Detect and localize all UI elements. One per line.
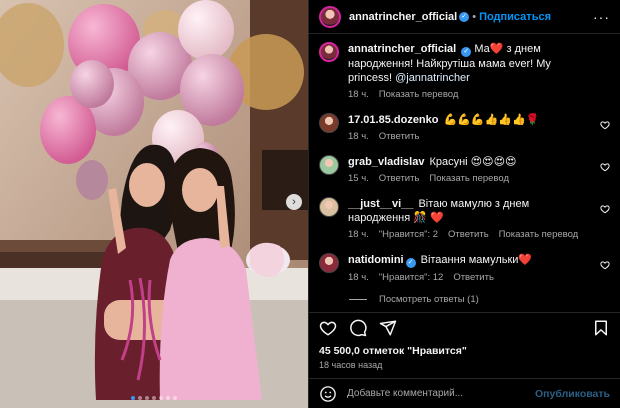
post-actions: [309, 312, 620, 342]
commenter-avatar[interactable]: [319, 253, 339, 273]
comment-meta: 18 ч. "Нравится": 12 Ответить: [348, 271, 592, 285]
reply-link[interactable]: Ответить: [448, 228, 489, 242]
follow-button[interactable]: Подписаться: [479, 11, 551, 23]
comment-body: natidomini ✓ Вітаання мамульки❤️ 18 ч. "Нрав…: [348, 253, 610, 285]
commenter-avatar[interactable]: [319, 155, 339, 175]
commenter-username[interactable]: __just__vi__: [348, 198, 413, 210]
comment-body: 17.01.85.dozenko 💪💪💪👍👍👍🌹 18 ч. Ответить: [348, 113, 610, 144]
red-heart-emoji: ❤️: [489, 43, 504, 55]
view-replies-label: Посмотреть ответы (1): [379, 294, 479, 305]
carousel-dot: [166, 396, 170, 400]
comment-icon[interactable]: [349, 319, 367, 337]
post-photo-image: [0, 0, 308, 408]
separator-dot: •: [472, 10, 477, 23]
commenter-avatar[interactable]: [319, 197, 339, 217]
comment-item: 17.01.85.dozenko 💪💪💪👍👍👍🌹 18 ч. Ответить: [319, 113, 610, 144]
comment-likes-count[interactable]: "Нравится": 12: [379, 271, 444, 285]
verified-badge-icon: ✓: [459, 11, 470, 22]
comment-items: 17.01.85.dozenko 💪💪💪👍👍👍🌹 18 ч. Ответить grab…: [319, 113, 610, 308]
comment-time: 15 ч.: [348, 173, 369, 184]
carousel-dot: [159, 396, 163, 400]
verified-badge-icon: ✓: [461, 47, 472, 57]
reply-link[interactable]: Ответить: [379, 172, 420, 186]
comment-meta: 18 ч. Ответить: [348, 130, 592, 144]
chevron-right-icon: ›: [292, 196, 296, 208]
comment-meta: 15 ч. Ответить Показать перевод: [348, 172, 592, 186]
comment-input[interactable]: [347, 388, 536, 399]
author-avatar[interactable]: [319, 42, 339, 62]
caption-body: annatrincher_official ✓ Ма❤️ з днем наро…: [348, 42, 610, 102]
share-icon[interactable]: [379, 319, 397, 337]
post-photo[interactable]: ›: [0, 0, 308, 408]
commenter-username[interactable]: grab_vladislav: [348, 156, 424, 168]
comment-time: 18 ч.: [348, 272, 369, 283]
commenter-username[interactable]: 17.01.85.dozenko: [348, 114, 439, 126]
comments-list: annatrincher_official ✓ Ма❤️ з днем наро…: [309, 34, 620, 308]
translate-link[interactable]: Показать перевод: [429, 172, 509, 186]
comment-like-heart-icon[interactable]: [600, 162, 610, 172]
comment-text: Красуні 😍😍😍😍: [429, 156, 517, 168]
comment-likes-count[interactable]: "Нравится": 2: [379, 228, 438, 242]
replies-line: [349, 299, 367, 300]
carousel-dots: [0, 396, 308, 400]
reply-link[interactable]: Ответить: [453, 271, 494, 285]
translate-link[interactable]: Показать перевод: [499, 228, 579, 242]
comment-item: __just__vi__ Вітаю мамулю з днем народжен…: [319, 197, 610, 242]
comment-body: __just__vi__ Вітаю мамулю з днем народжен…: [348, 197, 610, 242]
publish-button[interactable]: Опубликовать: [535, 388, 610, 400]
comment-composer: Опубликовать: [309, 378, 620, 408]
caption-mention-link[interactable]: @jannatrincher: [395, 72, 470, 84]
post-time[interactable]: 18 часов назад: [319, 360, 382, 370]
comment-time: 18 ч.: [348, 131, 369, 142]
comment-item: natidomini ✓ Вітаання мамульки❤️ 18 ч. "Нрав…: [319, 253, 610, 285]
comment-meta: 18 ч. "Нравится": 2 Ответить Показать перев…: [348, 228, 592, 242]
verified-badge-icon: ✓: [405, 258, 416, 268]
author-avatar[interactable]: [319, 5, 341, 28]
heart-icon[interactable]: [319, 319, 337, 337]
instagram-post-modal: › annatrincher_official ✓ • Подписаться …: [0, 0, 620, 408]
carousel-dot: [152, 396, 156, 400]
carousel-dot: [138, 396, 142, 400]
more-icon[interactable]: ···: [593, 9, 610, 25]
commenter-avatar[interactable]: [319, 113, 339, 133]
comment-text: 💪💪💪👍👍👍🌹: [443, 114, 540, 126]
author-username[interactable]: annatrincher_official: [349, 11, 457, 23]
comment-item: grab_vladislav Красуні 😍😍😍😍 15 ч. Ответить П…: [319, 155, 610, 186]
comment-like-heart-icon[interactable]: [600, 260, 610, 270]
comment-time: 18 ч.: [348, 229, 369, 240]
caption-text-start: Ма: [474, 43, 490, 55]
view-replies-link[interactable]: Посмотреть ответы (1): [349, 294, 610, 305]
reply-link[interactable]: Ответить: [379, 130, 420, 144]
carousel-next-button[interactable]: ›: [286, 194, 302, 210]
translate-link[interactable]: Показать перевод: [379, 88, 459, 102]
emoji-icon[interactable]: [319, 385, 337, 403]
caption-meta: 18 ч. Показать перевод: [348, 88, 592, 102]
post-header: annatrincher_official ✓ • Подписаться ··…: [309, 0, 620, 34]
post-side-panel: annatrincher_official ✓ • Подписаться ··…: [308, 0, 620, 408]
caption-time: 18 ч.: [348, 89, 369, 100]
comment-text: Вітаання мамульки❤️: [420, 254, 533, 266]
bookmark-icon[interactable]: [592, 319, 610, 337]
comment-like-heart-icon[interactable]: [600, 120, 610, 130]
carousel-dot: [145, 396, 149, 400]
likes-count[interactable]: 45 500,0 отметок "Нравится": [319, 345, 467, 357]
comment-body: grab_vladislav Красуні 😍😍😍😍 15 ч. Ответить П…: [348, 155, 610, 186]
carousel-dot: [173, 396, 177, 400]
caption-username[interactable]: annatrincher_official: [348, 43, 456, 55]
commenter-username[interactable]: natidomini: [348, 254, 404, 266]
carousel-dot: [131, 396, 135, 400]
comment-like-heart-icon[interactable]: [600, 204, 610, 214]
caption: annatrincher_official ✓ Ма❤️ з днем наро…: [319, 42, 610, 102]
